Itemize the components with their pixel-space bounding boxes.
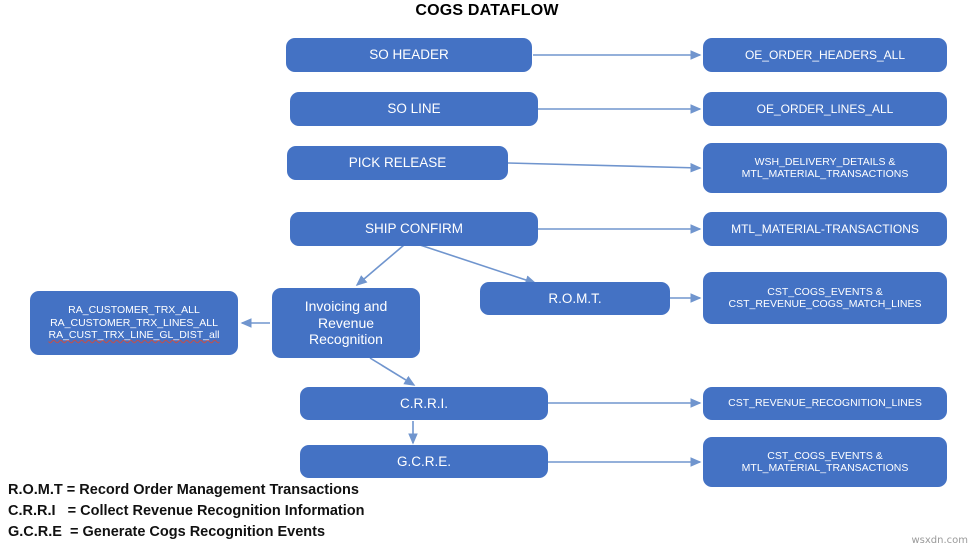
page-title: COGS DATAFLOW xyxy=(415,2,559,19)
node-gcre[interactable]: G.C.R.E. xyxy=(300,445,548,478)
node-oe-order-lines-all[interactable]: OE_ORDER_LINES_ALL xyxy=(703,92,947,126)
node-mtl-material-transactions-label: MTL_MATERIAL-TRANSACTIONS xyxy=(731,221,919,236)
node-wsh-delivery-line-1: WSH_DELIVERY_DETAILS & xyxy=(754,155,896,168)
node-cst-cogs-events-mtl-line-2: MTL_MATERIAL_TRANSACTIONS xyxy=(741,462,909,474)
node-mtl-material-transactions[interactable]: MTL_MATERIAL-TRANSACTIONS xyxy=(703,212,947,246)
node-oe-order-headers-all-label: OE_ORDER_HEADERS_ALL xyxy=(744,47,906,62)
node-cst-cogs-events-match-lines[interactable]: CST_COGS_EVENTS & CST_REVENUE_COGS_MATCH… xyxy=(703,272,947,324)
node-pick-release[interactable]: PICK RELEASE xyxy=(287,146,508,180)
node-so-line-label: SO LINE xyxy=(387,101,441,117)
node-cst-cogs-events-match-line-1: CST_COGS_EVENTS & xyxy=(767,285,883,298)
node-crri[interactable]: C.R.R.I. xyxy=(300,387,548,420)
watermark: wsxdn.com xyxy=(911,535,968,546)
legend-line-romt: R.O.M.T = Record Order Management Transa… xyxy=(8,482,359,498)
node-gcre-label: G.C.R.E. xyxy=(396,453,451,469)
node-ra-tables-line-2: RA_CUSTOMER_TRX_LINES_ALL xyxy=(50,316,218,329)
node-ship-confirm[interactable]: SHIP CONFIRM xyxy=(290,212,538,246)
node-cst-revenue-recognition-lines-label: CST_REVENUE_RECOGNITION_LINES xyxy=(728,397,922,410)
node-ra-tables[interactable]: RA_CUSTOMER_TRX_ALL RA_CUSTOMER_TRX_LINE… xyxy=(30,291,238,355)
node-cst-cogs-events-mtl-line-1: CST_COGS_EVENTS & xyxy=(767,449,883,462)
node-cst-cogs-events-match-line-2: CST_REVENUE_COGS_MATCH_LINES xyxy=(728,298,922,310)
node-invoicing-revenue-recognition[interactable]: Invoicing and Revenue Recognition xyxy=(272,288,420,358)
arrow-ship-confirm-to-romt xyxy=(419,244,537,285)
node-invoicing-line-2: Revenue xyxy=(317,314,375,331)
node-crri-label: C.R.R.I. xyxy=(399,395,448,411)
node-wsh-delivery-line-2: MTL_MATERIAL_TRANSACTIONS xyxy=(741,168,909,180)
node-romt-label: R.O.M.T. xyxy=(548,290,602,306)
node-oe-order-lines-all-label: OE_ORDER_LINES_ALL xyxy=(756,101,894,116)
node-wsh-delivery-details[interactable]: WSH_DELIVERY_DETAILS & MTL_MATERIAL_TRAN… xyxy=(703,143,947,193)
node-so-line[interactable]: SO LINE xyxy=(290,92,538,126)
node-oe-order-headers-all[interactable]: OE_ORDER_HEADERS_ALL xyxy=(703,38,947,72)
arrow-pick-release-to-wsh xyxy=(507,162,702,173)
node-invoicing-line-1: Invoicing and xyxy=(304,298,388,315)
node-so-header-label: SO HEADER xyxy=(369,47,449,63)
legend-line-crri: C.R.R.I = Collect Revenue Recognition In… xyxy=(8,503,365,519)
node-pick-release-label: PICK RELEASE xyxy=(348,155,447,171)
node-ra-tables-line-1: RA_CUSTOMER_TRX_ALL xyxy=(68,304,200,317)
node-ship-confirm-label: SHIP CONFIRM xyxy=(364,221,463,237)
arrow-ship-confirm-to-invoicing xyxy=(355,244,405,287)
node-so-header[interactable]: SO HEADER xyxy=(286,38,532,72)
node-ra-tables-line-3: RA_CUST_TRX_LINE_GL_DIST_all xyxy=(48,329,220,342)
node-romt[interactable]: R.O.M.T. xyxy=(480,282,670,315)
node-cst-cogs-events-mtl[interactable]: CST_COGS_EVENTS & MTL_MATERIAL_TRANSACTI… xyxy=(703,437,947,487)
arrow-invoicing-to-crri xyxy=(369,357,416,386)
legend-line-gcre: G.C.R.E = Generate Cogs Recognition Even… xyxy=(8,524,326,540)
node-cst-revenue-recognition-lines[interactable]: CST_REVENUE_RECOGNITION_LINES xyxy=(703,387,947,420)
node-invoicing-line-3: Recognition xyxy=(309,331,383,348)
diagram-canvas: COGS DATAFLOW SO HEADER SO LINE PICK REL… xyxy=(0,0,974,550)
